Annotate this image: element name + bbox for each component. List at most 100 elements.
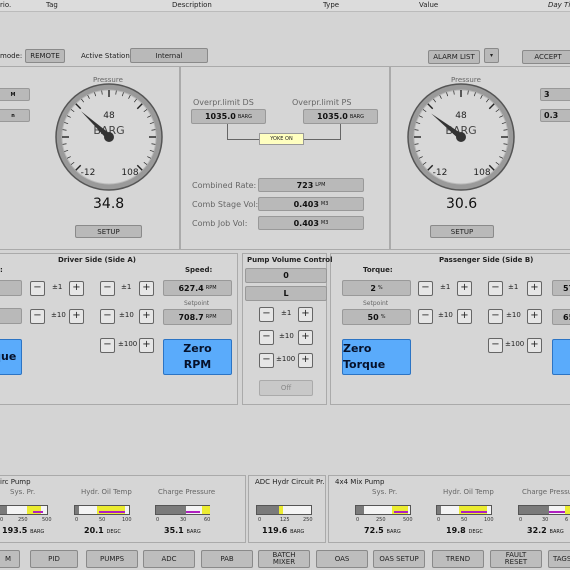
pump-off-button[interactable]: Off bbox=[259, 380, 313, 396]
passenger-torque-setpoint-field[interactable]: 50% bbox=[342, 309, 411, 325]
nav-oas-button[interactable]: OAS bbox=[316, 550, 368, 568]
driver-speed-minus-10[interactable]: − bbox=[100, 309, 115, 324]
ps-limit-label: Overpr.limit PS bbox=[292, 98, 352, 107]
driver-torque-setpoint-field[interactable] bbox=[0, 308, 22, 324]
right-stub-field-1: 3 bbox=[540, 88, 570, 101]
left-setup-button[interactable]: SETUP bbox=[75, 225, 142, 238]
passenger-torque-minus-10[interactable]: − bbox=[418, 309, 433, 324]
driver-speed-field: 627.4 RPM bbox=[163, 280, 232, 296]
zero-torque-button-passenger[interactable]: Zero Torque bbox=[342, 339, 411, 375]
driver-speed-plus-10[interactable]: + bbox=[139, 309, 154, 324]
nav-trend-button[interactable]: TREND bbox=[432, 550, 484, 568]
left-stub-field-2: n bbox=[0, 109, 30, 122]
col-priority[interactable]: rio. bbox=[0, 1, 11, 9]
circ-sys-label: Sys. Pr. bbox=[10, 488, 36, 496]
nav-batch-mixer-button[interactable]: BATCH MIXER bbox=[258, 550, 310, 568]
adc-tick-1: 125 bbox=[280, 517, 290, 523]
passenger-speed-plus-10[interactable]: + bbox=[527, 309, 542, 324]
station-select[interactable]: Internal bbox=[130, 48, 208, 63]
combined-rate-label: Combined Rate: bbox=[192, 181, 257, 190]
driver-torque-minus-1[interactable]: − bbox=[30, 281, 45, 296]
passenger-torque-plus-10[interactable]: + bbox=[457, 309, 472, 324]
mix-pump-title: 4x4 Mix Pump bbox=[335, 478, 385, 486]
nav-fault-reset-button[interactable]: FAULT RESET bbox=[490, 550, 542, 568]
passenger-speed-setpoint-field[interactable]: 65 bbox=[552, 309, 570, 325]
mix-charge-tick-1: 30 bbox=[542, 517, 549, 523]
circ-oil-tick-0: 0 bbox=[75, 517, 79, 523]
driver-torque-minus-10[interactable]: − bbox=[30, 309, 45, 324]
circ-charge-tick-0: 0 bbox=[156, 517, 160, 523]
col-day-time[interactable]: Day Ti bbox=[548, 1, 570, 9]
stage-vol-label: Comb Stage Vol: bbox=[192, 200, 259, 209]
gauge-min-label: -12 bbox=[81, 168, 96, 178]
passenger-speed-step-100: ±100 bbox=[505, 340, 525, 348]
mix-charge-label: Charge Pressure bbox=[522, 488, 570, 496]
zero-torque-button-driver[interactable]: rque bbox=[0, 339, 22, 375]
adc-tick-2: 250 bbox=[303, 517, 313, 523]
zero-rpm-button-passenger[interactable] bbox=[552, 339, 570, 375]
col-value[interactable]: Value bbox=[419, 1, 438, 9]
passenger-speed-step-10: ±10 bbox=[506, 311, 521, 319]
mode-remote-button[interactable]: REMOTE bbox=[25, 49, 65, 63]
nav-m-button[interactable]: M bbox=[0, 550, 20, 568]
passenger-speed-plus-1[interactable]: + bbox=[527, 281, 542, 296]
active-station-label: Active Station: bbox=[81, 52, 133, 60]
ps-limit-field[interactable]: 1035.0 BARG bbox=[303, 109, 378, 124]
circ-sys-value: 193.5 BARG bbox=[2, 526, 45, 535]
driver-speed-step-1: ±1 bbox=[121, 283, 132, 291]
driver-speed-plus-1[interactable]: + bbox=[139, 281, 154, 296]
nav-oas-setup-button[interactable]: OAS SETUP bbox=[373, 550, 425, 568]
gauge-min-label: -12 bbox=[433, 168, 448, 178]
nav-adc-button[interactable]: ADC bbox=[143, 550, 195, 568]
ds-limit-field[interactable]: 1035.0 BARG bbox=[191, 109, 266, 124]
col-type[interactable]: Type bbox=[323, 1, 339, 9]
passenger-torque-minus-1[interactable]: − bbox=[418, 281, 433, 296]
circ-sys-tick-1: 250 bbox=[18, 517, 28, 523]
passenger-speed-step-1: ±1 bbox=[508, 283, 519, 291]
pump-plus-1[interactable]: + bbox=[298, 307, 313, 322]
nav-tags-button[interactable]: TAGS bbox=[548, 550, 570, 568]
right-setup-button[interactable]: SETUP bbox=[430, 225, 494, 238]
col-description[interactable]: Description bbox=[172, 1, 212, 9]
passenger-speed-minus-1[interactable]: − bbox=[488, 281, 503, 296]
passenger-speed-minus-100[interactable]: − bbox=[488, 338, 503, 353]
circ-pump-title: irc Pump bbox=[0, 478, 31, 486]
driver-speed-plus-100[interactable]: + bbox=[139, 338, 154, 353]
passenger-speed-plus-100[interactable]: + bbox=[527, 338, 542, 353]
stage-vol-field: 0.403 M3 bbox=[258, 197, 364, 211]
left-gauge-value: 34.8 bbox=[93, 196, 125, 212]
mix-charge-tick-2: 6 bbox=[565, 517, 569, 523]
combined-rate-field: 723 LPM bbox=[258, 178, 364, 192]
nav-pumps-button[interactable]: PUMPS bbox=[86, 550, 138, 568]
zero-rpm-button[interactable]: Zero RPM bbox=[163, 339, 232, 375]
driver-torque-plus-10[interactable]: + bbox=[69, 309, 84, 324]
col-tag[interactable]: Tag bbox=[46, 1, 58, 9]
pump-plus-10[interactable]: + bbox=[298, 330, 313, 345]
mix-oil-tick-2: 100 bbox=[484, 517, 494, 523]
passenger-speed-minus-10[interactable]: − bbox=[488, 309, 503, 324]
passenger-torque-plus-1[interactable]: + bbox=[457, 281, 472, 296]
driver-speed-setpoint-field[interactable]: 708.7 RPM bbox=[163, 309, 232, 325]
chevron-down-icon: ▾ bbox=[489, 52, 493, 59]
mix-oil-tick-0: 0 bbox=[437, 517, 441, 523]
job-vol-label: Comb Job Vol: bbox=[192, 219, 248, 228]
nav-pid-button[interactable]: PID bbox=[30, 550, 78, 568]
gauge-max-label: 108 bbox=[121, 168, 138, 178]
accept-button[interactable]: ACCEPT bbox=[522, 50, 570, 64]
alarm-list-button[interactable]: ALARM LIST bbox=[428, 50, 480, 64]
driver-speed-minus-100[interactable]: − bbox=[100, 338, 115, 353]
right-pressure-gauge: 48 BARG -12 108 bbox=[407, 83, 515, 191]
nav-pab-button[interactable]: PAB bbox=[201, 550, 253, 568]
pump-minus-100[interactable]: − bbox=[259, 353, 274, 368]
pump-minus-10[interactable]: − bbox=[259, 330, 274, 345]
driver-torque-plus-1[interactable]: + bbox=[69, 281, 84, 296]
driver-speed-minus-1[interactable]: − bbox=[100, 281, 115, 296]
passenger-setpoint-label: Setpoint bbox=[363, 300, 389, 307]
driver-torque-step-10: ±10 bbox=[51, 311, 66, 319]
circ-oil-value: 20.1 DEGC bbox=[84, 526, 121, 535]
pump-plus-100[interactable]: + bbox=[298, 353, 313, 368]
pump-minus-1[interactable]: − bbox=[259, 307, 274, 322]
pump-unit-field: L bbox=[245, 286, 327, 301]
alarm-dropdown-button[interactable]: ▾ bbox=[484, 48, 499, 63]
mix-oil-label: Hydr. Oil Temp bbox=[443, 488, 494, 496]
